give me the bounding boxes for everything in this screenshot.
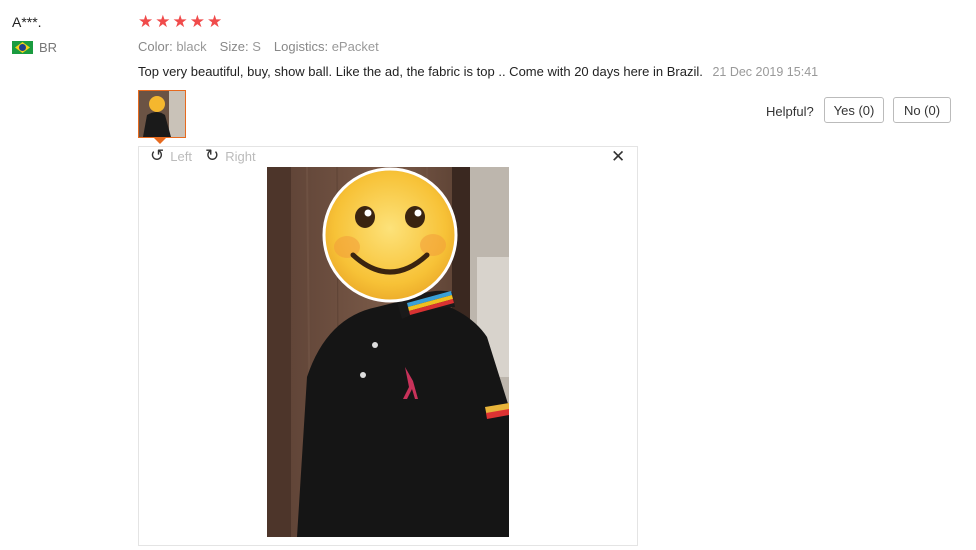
rotate-right-icon: ↻ — [205, 146, 220, 165]
star-icon: ★ — [138, 12, 154, 31]
helpful-yes-button[interactable]: Yes (0) — [824, 97, 884, 123]
helpful-label: Helpful? — [766, 104, 814, 119]
thumbnail-pointer — [154, 138, 166, 144]
rotate-right-label: Right — [225, 148, 256, 164]
review-date: 21 Dec 2019 15:41 — [712, 65, 819, 79]
close-icon[interactable]: ✕ — [611, 148, 625, 166]
rotate-left-button[interactable]: ↺ Left — [150, 146, 192, 165]
rotate-left-icon: ↺ — [150, 146, 165, 165]
star-rating: ★ ★ ★ ★ ★ — [138, 13, 222, 31]
review-text: Top very beautiful, buy, show ball. Like… — [138, 64, 703, 79]
brazil-flag-icon — [12, 41, 33, 54]
rotate-right-button[interactable]: ↻ Right — [205, 146, 256, 165]
reviewer-name: A***. — [12, 14, 42, 30]
star-icon: ★ — [172, 12, 188, 31]
attr-logistics: Logistics: ePacket — [273, 39, 379, 54]
attr-size: Size: S — [219, 39, 261, 54]
star-icon: ★ — [155, 12, 171, 31]
review-text-line: Top very beautiful, buy, show ball. Like… — [138, 64, 818, 79]
star-icon: ★ — [189, 12, 205, 31]
rotate-left-label: Left — [170, 148, 192, 164]
product-attributes: Color: black Size: S Logistics: ePacket — [138, 39, 379, 54]
reviewer-country: BR — [12, 40, 57, 55]
star-icon: ★ — [207, 12, 223, 31]
attr-color: Color: black — [138, 39, 207, 54]
helpful-no-button[interactable]: No (0) — [893, 97, 951, 123]
review-photo-thumbnail[interactable] — [138, 90, 186, 138]
country-code: BR — [39, 40, 58, 55]
review-photo — [267, 167, 509, 537]
